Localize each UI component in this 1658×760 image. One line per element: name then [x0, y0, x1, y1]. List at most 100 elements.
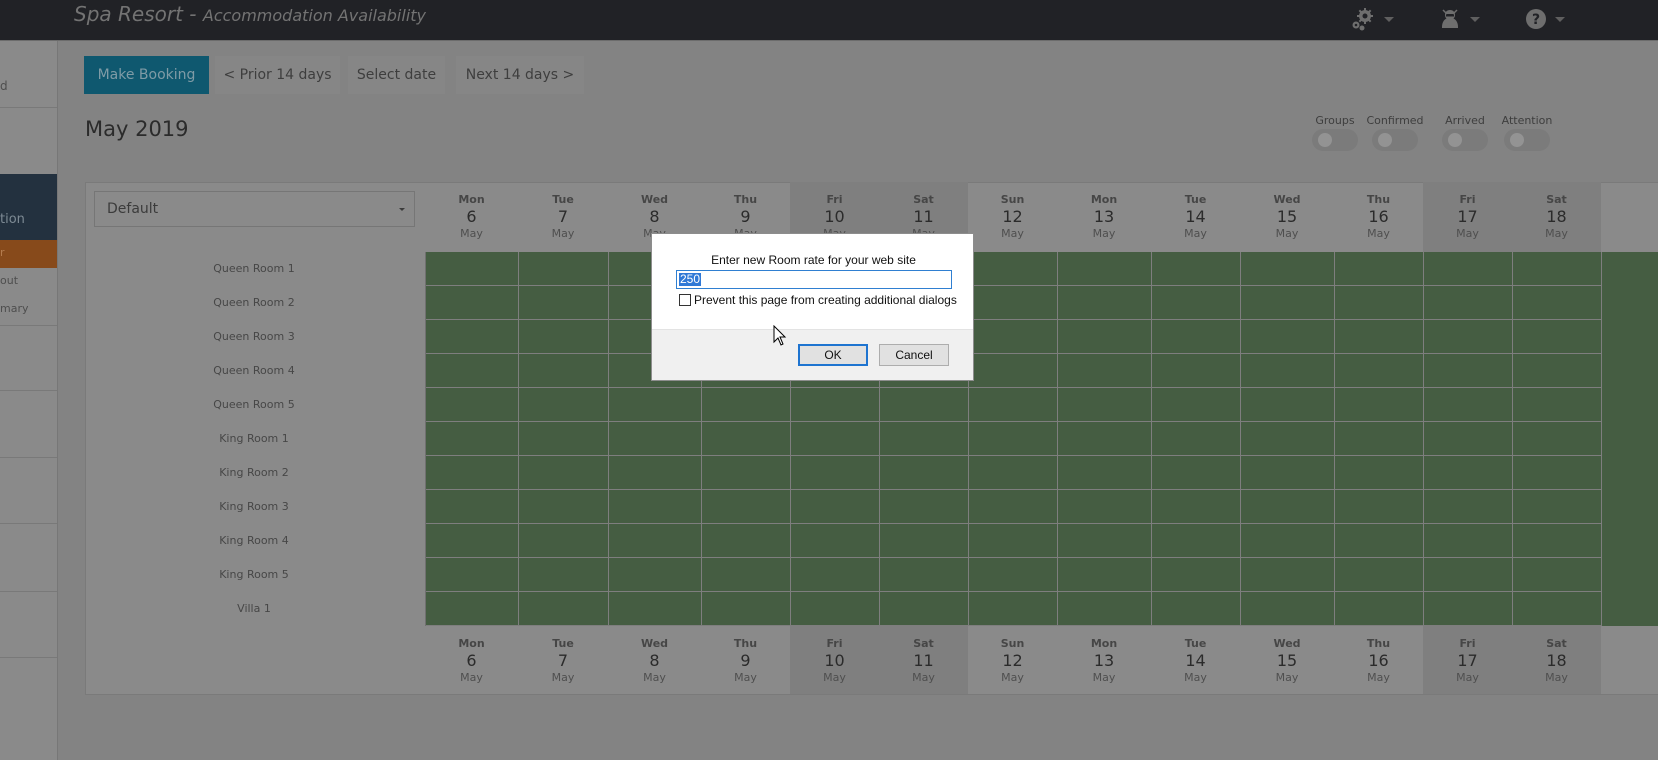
availability-cell[interactable]: [969, 592, 1058, 626]
availability-cell[interactable]: [1335, 456, 1424, 490]
availability-cell[interactable]: [1513, 286, 1602, 320]
ok-button[interactable]: OK: [798, 344, 868, 366]
availability-cell[interactable]: [1058, 592, 1152, 626]
user-menu[interactable]: [1438, 6, 1480, 32]
room-rate-input[interactable]: [676, 270, 952, 289]
availability-cell[interactable]: [609, 558, 702, 592]
availability-cell[interactable]: [880, 490, 969, 524]
availability-cell[interactable]: [426, 592, 519, 626]
availability-cell[interactable]: [702, 524, 791, 558]
availability-cell[interactable]: [519, 320, 609, 354]
availability-cell[interactable]: [1424, 558, 1513, 592]
availability-cell[interactable]: [1058, 354, 1152, 388]
availability-cell[interactable]: [880, 422, 969, 456]
help-menu[interactable]: ?: [1525, 6, 1565, 32]
availability-cell[interactable]: [1058, 422, 1152, 456]
availability-cell[interactable]: [1513, 320, 1602, 354]
availability-cell[interactable]: [1335, 388, 1424, 422]
availability-cell[interactable]: [969, 456, 1058, 490]
filter-toggle-attention[interactable]: [1504, 129, 1550, 151]
availability-cell[interactable]: [1241, 286, 1335, 320]
availability-cell[interactable]: [1058, 320, 1152, 354]
availability-cell[interactable]: [1152, 422, 1241, 456]
availability-cell[interactable]: [426, 558, 519, 592]
availability-cell[interactable]: [1058, 456, 1152, 490]
settings-menu[interactable]: [1350, 6, 1394, 32]
availability-cell[interactable]: [791, 388, 880, 422]
availability-cell[interactable]: [426, 524, 519, 558]
availability-cell[interactable]: [1424, 592, 1513, 626]
availability-cell[interactable]: [1058, 558, 1152, 592]
availability-cell[interactable]: [1335, 354, 1424, 388]
availability-cell[interactable]: [1152, 354, 1241, 388]
availability-cell[interactable]: [426, 320, 519, 354]
availability-cell[interactable]: [1058, 490, 1152, 524]
sidebar-section-active[interactable]: tion: [0, 174, 57, 240]
room-label[interactable]: King Room 3: [118, 500, 390, 513]
availability-cell[interactable]: [426, 456, 519, 490]
availability-cell[interactable]: [1335, 558, 1424, 592]
availability-cell[interactable]: [609, 456, 702, 490]
availability-cell[interactable]: [609, 524, 702, 558]
availability-cell[interactable]: [1241, 490, 1335, 524]
availability-cell[interactable]: [1152, 592, 1241, 626]
availability-cell[interactable]: [1241, 388, 1335, 422]
availability-cell[interactable]: [880, 558, 969, 592]
availability-cell[interactable]: [426, 286, 519, 320]
availability-cell[interactable]: [880, 456, 969, 490]
availability-cell[interactable]: [1424, 286, 1513, 320]
availability-cell[interactable]: [519, 558, 609, 592]
availability-cell[interactable]: [1241, 592, 1335, 626]
availability-cell[interactable]: [609, 422, 702, 456]
room-filter-select[interactable]: Default: [94, 191, 415, 227]
availability-cell[interactable]: [702, 422, 791, 456]
cancel-button[interactable]: Cancel: [879, 344, 949, 366]
availability-cell[interactable]: [1058, 286, 1152, 320]
availability-cell[interactable]: [880, 592, 969, 626]
availability-cell[interactable]: [1241, 354, 1335, 388]
availability-cell[interactable]: [791, 558, 880, 592]
availability-cell[interactable]: [702, 388, 791, 422]
availability-cell[interactable]: [791, 456, 880, 490]
availability-cell[interactable]: [426, 354, 519, 388]
availability-cell[interactable]: [1513, 252, 1602, 286]
availability-cell[interactable]: [1335, 592, 1424, 626]
availability-cell[interactable]: [1424, 456, 1513, 490]
availability-cell[interactable]: [1335, 252, 1424, 286]
availability-cell[interactable]: [426, 422, 519, 456]
availability-cell[interactable]: [969, 354, 1058, 388]
availability-cell[interactable]: [702, 592, 791, 626]
availability-cell[interactable]: [426, 490, 519, 524]
availability-cell[interactable]: [969, 388, 1058, 422]
room-label[interactable]: King Room 2: [118, 466, 390, 479]
availability-cell[interactable]: [1424, 388, 1513, 422]
availability-cell[interactable]: [1424, 490, 1513, 524]
room-label[interactable]: King Room 4: [118, 534, 390, 547]
availability-cell[interactable]: [1513, 354, 1602, 388]
availability-cell[interactable]: [1241, 252, 1335, 286]
availability-cell[interactable]: [969, 524, 1058, 558]
availability-cell[interactable]: [969, 286, 1058, 320]
availability-cell[interactable]: [1241, 422, 1335, 456]
availability-cell[interactable]: [1513, 388, 1602, 422]
availability-cell[interactable]: [1335, 422, 1424, 456]
sidebar-item[interactable]: out: [0, 274, 57, 290]
availability-cell[interactable]: [969, 252, 1058, 286]
filter-toggle-groups[interactable]: [1312, 129, 1358, 151]
availability-cell[interactable]: [1241, 558, 1335, 592]
availability-cell[interactable]: [1241, 456, 1335, 490]
room-label[interactable]: Queen Room 4: [118, 364, 390, 377]
availability-cell[interactable]: [791, 524, 880, 558]
availability-cell[interactable]: [1152, 558, 1241, 592]
availability-cell[interactable]: [1241, 524, 1335, 558]
availability-cell[interactable]: [1335, 320, 1424, 354]
availability-cell[interactable]: [609, 388, 702, 422]
availability-cell[interactable]: [519, 422, 609, 456]
availability-cell[interactable]: [1152, 252, 1241, 286]
availability-cell[interactable]: [609, 592, 702, 626]
room-label[interactable]: Queen Room 5: [118, 398, 390, 411]
availability-cell[interactable]: [1335, 286, 1424, 320]
availability-cell[interactable]: [1513, 558, 1602, 592]
availability-cell[interactable]: [1513, 524, 1602, 558]
availability-cell[interactable]: [791, 422, 880, 456]
